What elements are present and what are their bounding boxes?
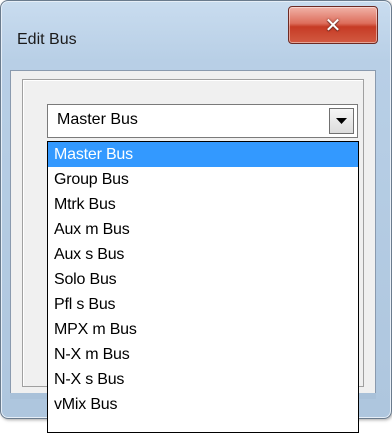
dropdown-option-vmix-bus[interactable]: vMix Bus: [48, 392, 358, 417]
dropdown-option-aux-s-bus[interactable]: Aux s Bus: [48, 242, 358, 267]
dropdown-option-mtrk-bus[interactable]: Mtrk Bus: [48, 192, 358, 217]
dropdown-option-group-bus[interactable]: Group Bus: [48, 167, 358, 192]
chevron-down-icon: [336, 117, 347, 124]
dropdown-option-pfl-s-bus[interactable]: Pfl s Bus: [48, 292, 358, 317]
dropdown-option-aux-m-bus[interactable]: Aux m Bus: [48, 217, 358, 242]
bus-select[interactable]: Master Bus: [47, 104, 358, 138]
dropdown-option-solo-bus[interactable]: Solo Bus: [48, 267, 358, 292]
window-title: Edit Bus: [17, 31, 77, 48]
bus-dropdown-list: Master Bus Group Bus Mtrk Bus Aux m Bus …: [47, 141, 359, 433]
dropdown-option-n-x-s-bus[interactable]: N-X s Bus: [48, 367, 358, 392]
dropdown-option-master-bus[interactable]: Master Bus: [48, 142, 358, 167]
dropdown-option-n-x-m-bus[interactable]: N-X m Bus: [48, 342, 358, 367]
close-button[interactable]: ✕: [288, 6, 378, 44]
close-icon: ✕: [324, 13, 342, 37]
dropdown-arrow-button[interactable]: [329, 108, 354, 134]
bus-select-value: Master Bus: [57, 111, 138, 128]
dropdown-option-mpx-m-bus[interactable]: MPX m Bus: [48, 317, 358, 342]
